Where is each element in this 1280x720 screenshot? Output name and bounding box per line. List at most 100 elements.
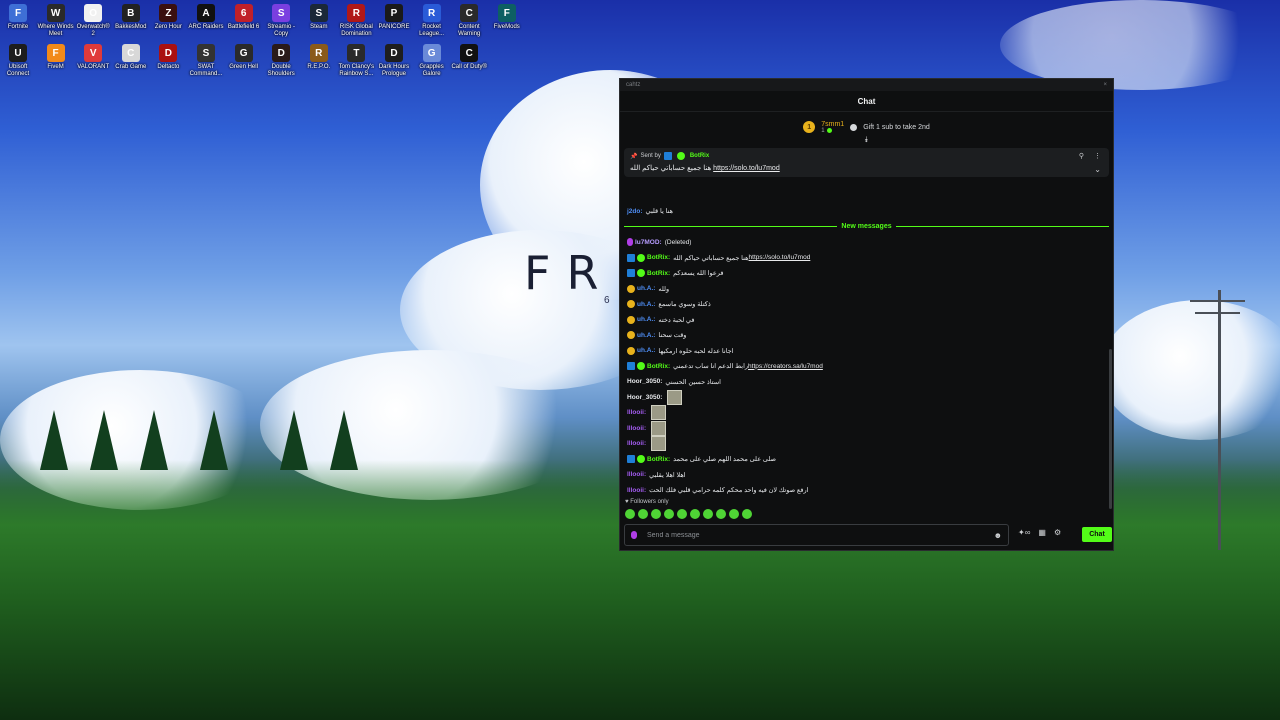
desktop-icon[interactable]: S Steam [301, 4, 337, 31]
desktop-icon[interactable]: R R.E.P.O. [301, 44, 337, 71]
desktop-icon[interactable]: O Overwatch® 2 [75, 4, 111, 38]
scroll-down-icon[interactable]: ⯯ [864, 135, 869, 145]
desktop-icon-label: VALORANT [77, 64, 110, 70]
chat-message[interactable]: BotRix: هنا جميع حساباتي حياكم الله https… [627, 252, 1103, 264]
message-username[interactable]: BotRix: [647, 456, 670, 463]
gift-leaderboard[interactable]: 1 7smm1 1 Gift 1 sub to take 2nd ⯯ [620, 112, 1113, 145]
emote-button[interactable] [690, 509, 700, 519]
bot-badge-icon [627, 253, 635, 262]
chat-message[interactable]: uh.A.: في لحبة دخته [627, 314, 1103, 326]
close-icon[interactable]: × [1103, 82, 1107, 88]
desktop-icon[interactable]: F FiveMods [489, 4, 525, 31]
chat-message[interactable]: lllooii: ارفع صوتك لان فيه واحد محكم كلمه… [627, 484, 1103, 496]
message-username[interactable]: Hoor_3050: [627, 394, 662, 401]
message-username[interactable]: lllooii: [627, 409, 646, 416]
message-username[interactable]: BotRix: [647, 254, 670, 261]
chat-message[interactable]: uh.A.: اجانا عدله لحبه حلوه ارمكيها [627, 345, 1103, 357]
desktop-icon[interactable]: 6 Battlefield 6 [226, 4, 262, 31]
message-username[interactable]: j2do: [627, 208, 643, 215]
message-input[interactable] [645, 530, 994, 540]
chat-message[interactable]: Hoor_3050: استاذ حسين الحسني [627, 376, 1103, 388]
chat-message[interactable]: lu7MOD: (Deleted) [627, 236, 1103, 248]
chat-message[interactable]: BotRix: صلى على محمد اللهم صلي على محمد [627, 453, 1103, 465]
message-username[interactable]: lllooii: [627, 471, 646, 478]
message-text: ولله [658, 285, 670, 293]
send-chat-button[interactable]: Chat [1082, 527, 1112, 542]
gift-count: 1 [821, 127, 825, 134]
message-username[interactable]: uh.A.: [637, 301, 655, 308]
desktop-icon[interactable]: B BakkesMod [113, 4, 149, 31]
message-link[interactable]: https://creators.sa/lu7mod [748, 363, 823, 370]
desktop-icon[interactable]: Z Zero Hour [150, 4, 186, 31]
message-username[interactable]: uh.A.: [637, 332, 655, 339]
emote-button[interactable] [651, 509, 661, 519]
desktop-icon[interactable]: R Rocket League... [414, 4, 450, 38]
message-username[interactable]: uh.A.: [637, 316, 655, 323]
more-options-icon[interactable]: ⋮ [1094, 152, 1101, 160]
chevron-down-icon[interactable]: ⌄ [1094, 165, 1101, 174]
message-username[interactable]: uh.A.: [637, 285, 655, 292]
message-username[interactable]: lu7MOD: [635, 239, 662, 246]
desktop-icon[interactable]: D Dark Hours Prologue [376, 44, 412, 78]
chat-message[interactable]: j2do: هنا يا قلبي [627, 205, 1103, 217]
chat-message[interactable]: BotRix: فرعوا الله يسعدكم [627, 267, 1103, 279]
message-username[interactable]: BotRix: [647, 363, 670, 370]
desktop-icon[interactable]: C Crab Game [113, 44, 149, 71]
pinned-message[interactable]: 📌 Sent by BotRix هنا جميع حساباتي حياكم … [624, 148, 1109, 177]
desktop-icon[interactable]: R RISK Global Domination [338, 4, 374, 38]
desktop-icon[interactable]: U Ubisoft Connect [0, 44, 36, 78]
unpin-icon[interactable]: ⚲ [1079, 152, 1084, 160]
verified-badge-icon [637, 269, 645, 277]
desktop-icon[interactable]: D Deltacto [150, 44, 186, 71]
desktop-icon[interactable]: F FiveM [38, 44, 74, 71]
store-icon[interactable]: ▦ [1038, 528, 1046, 537]
chat-message[interactable]: BotRix: رابط الدعم انا ساب تدعمني https:/… [627, 360, 1103, 372]
emote-button[interactable] [677, 509, 687, 519]
settings-icon[interactable]: ⚙ [1054, 528, 1061, 537]
scrollbar[interactable] [1109, 349, 1112, 509]
emote-button[interactable] [638, 509, 648, 519]
message-link[interactable]: https://solo.to/lu7mod [749, 254, 811, 261]
desktop-icon[interactable]: C Call of Duty® [451, 44, 487, 71]
message-username[interactable]: BotRix: [647, 270, 670, 277]
desktop-icon[interactable]: G Green Hell [226, 44, 262, 71]
message-username[interactable]: lllooii: [627, 487, 646, 494]
points-icon[interactable]: ✦∞ [1018, 528, 1030, 537]
pinned-link[interactable]: https://solo.to/lu7mod [713, 165, 780, 172]
desktop-icon[interactable]: A ARC Raiders [188, 4, 224, 31]
chat-message[interactable]: lllooii: اهلا اهلا يقلبي [627, 469, 1103, 481]
desktop-icon[interactable]: P PANICORE [376, 4, 412, 31]
chat-message[interactable]: uh.A.: ولله [627, 283, 1103, 295]
desktop-icon-label: Content Warning [458, 24, 481, 37]
emote-button[interactable] [742, 509, 752, 519]
title-bar[interactable]: cahtz × [620, 79, 1113, 91]
emoji-icon[interactable]: ☻ [994, 531, 1002, 540]
message-username[interactable]: Hoor_3050: [627, 378, 662, 385]
emote-button[interactable] [664, 509, 674, 519]
desktop-icon[interactable]: S Streamio - Copy [263, 4, 299, 38]
desktop-icon[interactable]: W Where Winds Meet [38, 4, 74, 38]
emote-button[interactable] [716, 509, 726, 519]
chat-message[interactable]: Hoor_3050: [627, 389, 1103, 405]
chat-message[interactable]: lllooii: [627, 420, 1103, 436]
desktop-icon[interactable]: D Double Shoulders [263, 44, 299, 78]
message-input-box[interactable]: ☻ [624, 524, 1009, 546]
chat-message[interactable]: lllooii: [627, 405, 1103, 420]
emote-button[interactable] [703, 509, 713, 519]
desktop-icon[interactable]: V VALORANT [75, 44, 111, 71]
desktop-icon-label: Where Winds Meet [37, 24, 74, 37]
message-username[interactable]: uh.A.: [637, 347, 655, 354]
message-username[interactable]: lllooii: [627, 425, 646, 432]
emote-button[interactable] [625, 509, 635, 519]
desktop-icon[interactable]: C Content Warning [451, 4, 487, 38]
desktop-icon[interactable]: S SWAT Command... [188, 44, 224, 78]
emote-button[interactable] [729, 509, 739, 519]
rank-badge: 1 [803, 121, 816, 133]
chat-message[interactable]: uh.A.: وقت سحنا [627, 329, 1103, 341]
desktop-icon[interactable]: F Fortnite [0, 4, 36, 31]
chat-message[interactable]: uh.A.: ذكتلة وسوي ماسمع [627, 298, 1103, 310]
desktop-icon[interactable]: G Grapples Galore [414, 44, 450, 78]
chat-message[interactable]: lllooii: [627, 436, 1103, 451]
message-username[interactable]: lllooii: [627, 440, 646, 447]
desktop-icon[interactable]: T Tom Clancy's Rainbow S... [338, 44, 374, 78]
